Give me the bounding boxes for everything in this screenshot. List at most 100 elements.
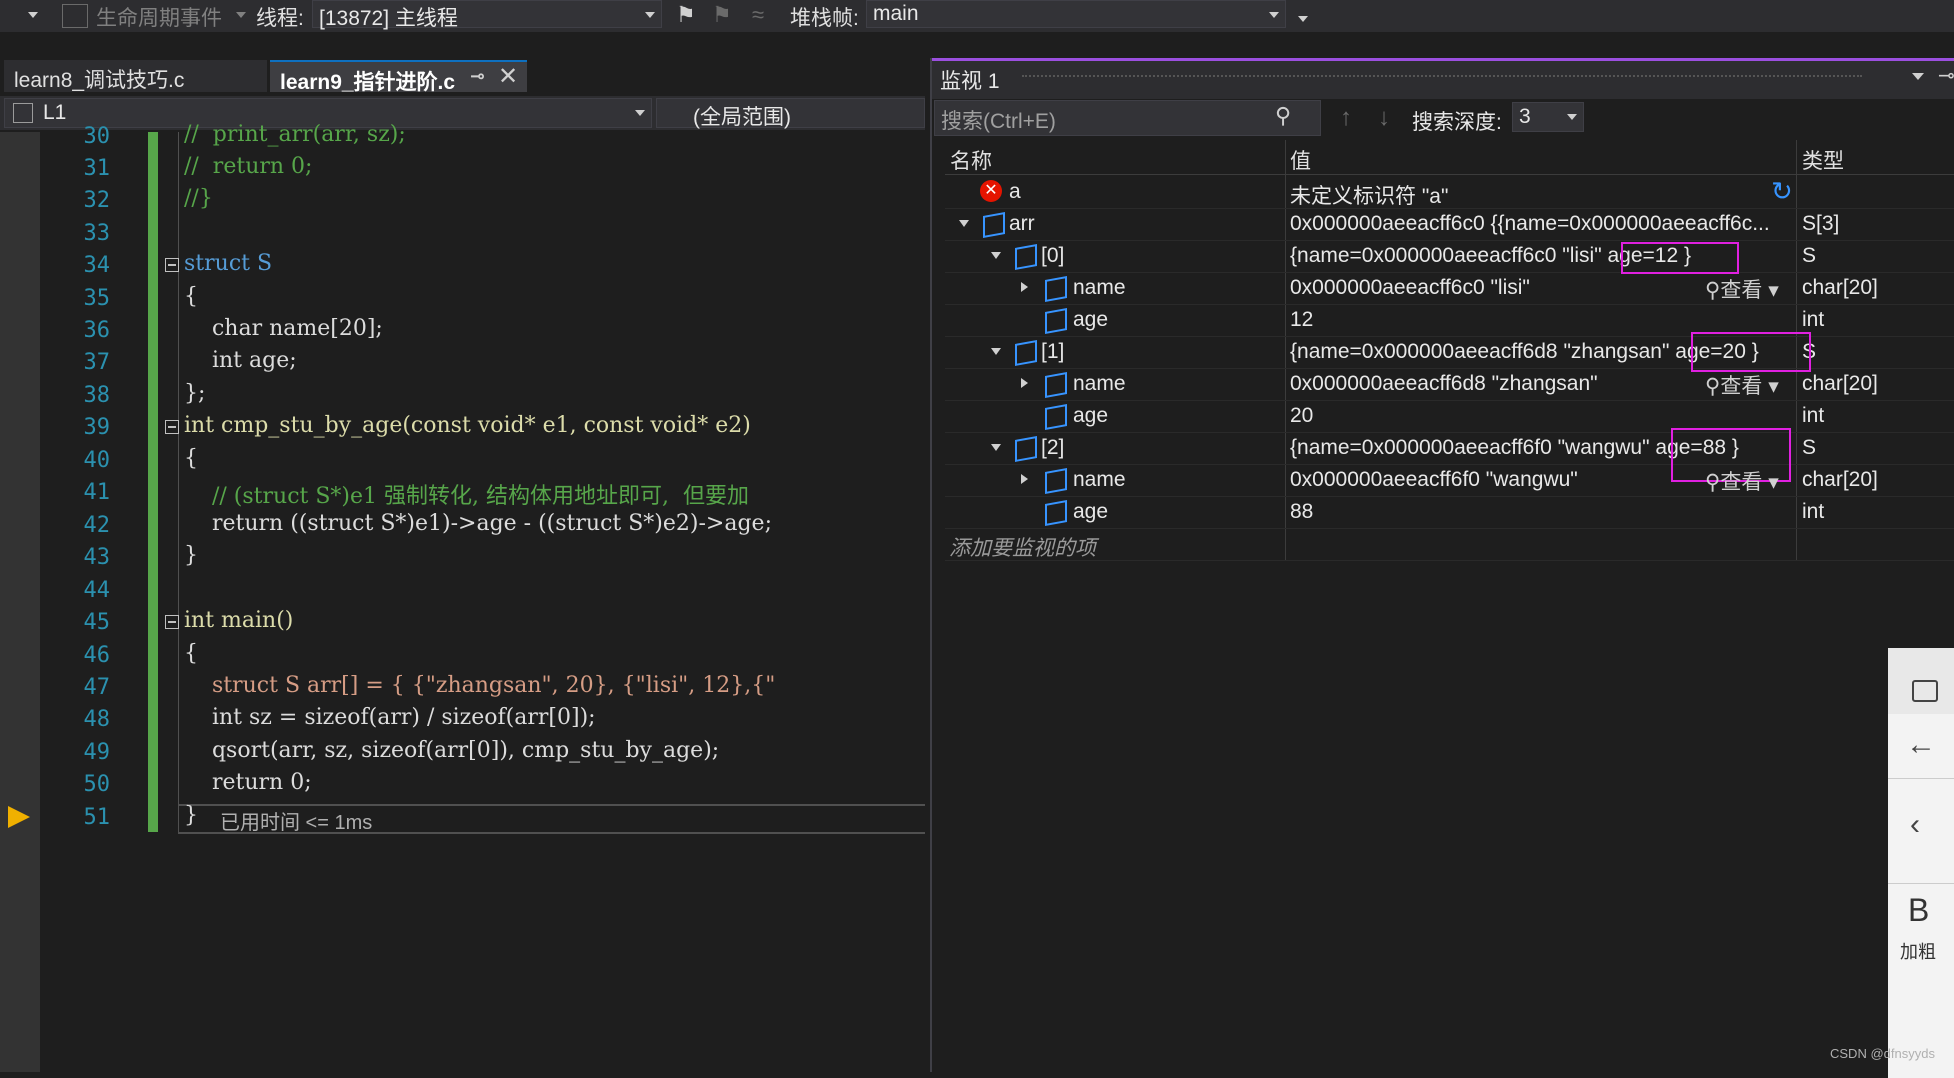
search-previous-icon[interactable]: ↑ — [1340, 104, 1352, 132]
watch-search-input[interactable]: 搜索(Ctrl+E) ⚲ — [934, 100, 1321, 136]
lifecycle-events-label[interactable]: 生命周期事件 — [96, 2, 222, 32]
thread-value: [13872] 主线程 — [319, 7, 458, 30]
layout-button[interactable] — [1888, 648, 1954, 714]
thread-select[interactable]: [13872] 主线程 — [312, 0, 662, 30]
code-line[interactable]: struct S — [184, 251, 272, 276]
object-icon — [1015, 436, 1037, 462]
refresh-icon[interactable]: ↻ — [1771, 176, 1793, 207]
code-line[interactable]: int main() — [184, 608, 293, 633]
code-line[interactable]: { — [184, 641, 198, 666]
code-line[interactable]: } — [184, 543, 198, 568]
window-menu-icon[interactable] — [1912, 73, 1924, 80]
line-number: 46 — [83, 643, 111, 668]
watch-name: age — [1073, 500, 1109, 523]
view-button[interactable]: ⚲查看 ▾ — [1705, 370, 1779, 400]
chevron-left-icon[interactable]: ‹ — [1910, 808, 1920, 842]
code-line[interactable]: return 0; — [184, 770, 312, 795]
watch-value: {name=0x000000aeeacff6d8 "zhangsan" age=… — [1290, 340, 1759, 363]
line-number: 36 — [83, 318, 111, 343]
collapsed-arrow-icon[interactable] — [1021, 378, 1028, 388]
code-line[interactable]: int sz = sizeof(arr) / sizeof(arr[0]); — [184, 705, 596, 730]
lifecycle-icon — [62, 4, 88, 28]
fold-guide — [178, 132, 179, 832]
code-line[interactable]: qsort(arr, sz, sizeof(arr[0]), cmp_stu_b… — [184, 738, 719, 763]
expand-arrow-icon[interactable] — [991, 444, 1001, 451]
tab-label: learn8_调试技巧.c — [14, 69, 185, 92]
watermark: CSDN @dfnsyyds — [1830, 1046, 1935, 1061]
current-statement-arrow-icon — [8, 806, 30, 828]
header-divider — [945, 174, 1954, 175]
code-line[interactable]: char name[20]; — [184, 316, 383, 341]
code-line[interactable]: // print_arr(arr, sz); — [184, 122, 406, 147]
magnifier-icon: ⚲ — [1705, 279, 1721, 302]
code-line[interactable]: { — [184, 446, 198, 471]
column-header-value[interactable]: 值 — [1290, 145, 1311, 175]
collapse-function-icon[interactable] — [165, 420, 179, 434]
tab-learn8[interactable]: learn8_调试技巧.c — [4, 60, 267, 92]
divider — [1888, 778, 1954, 779]
field-icon — [1045, 500, 1067, 526]
watch-row-age[interactable]: age 88 int — [945, 496, 1954, 529]
bold-label: 加粗 — [1900, 942, 1936, 962]
pin-icon[interactable]: ⊸ — [1938, 63, 1954, 88]
view-button[interactable]: ⚲查看 ▾ — [1705, 466, 1779, 496]
code-line[interactable]: struct S arr[] = { {"zhangsan", 20}, {"l… — [184, 673, 775, 698]
watch-row-name[interactable]: name 0x000000aeeacff6d8 "zhangsan" ⚲查看 ▾… — [945, 368, 1954, 401]
watch-title-bar: 监视 1 ⊸ — [932, 58, 1954, 99]
watch-type: char[20] — [1802, 468, 1878, 491]
watch-row-a[interactable]: ✕ a 未定义标识符 "a" ↻ — [945, 176, 1954, 209]
code-line[interactable]: return ((struct S*)e1)->age - ((struct S… — [184, 511, 772, 536]
line-number: 45 — [83, 610, 111, 635]
flag-icon[interactable]: ⚑ — [676, 2, 696, 28]
watch-row-element-2[interactable]: [2] {name=0x000000aeeacff6f0 "wangwu" ag… — [945, 432, 1954, 465]
search-icon[interactable]: ⚲ — [1275, 103, 1291, 129]
pin-icon[interactable]: ⊸ — [470, 66, 485, 87]
collapsed-arrow-icon[interactable] — [1021, 474, 1028, 484]
code-line[interactable]: { — [184, 284, 198, 309]
chevron-down-icon — [1269, 12, 1279, 18]
expand-arrow-icon[interactable] — [991, 252, 1001, 259]
view-label: 查看 — [1720, 375, 1763, 398]
back-arrow-icon[interactable]: ← — [1906, 728, 1936, 762]
code-line[interactable]: //} — [184, 186, 213, 211]
flag-threads-icon[interactable]: ⚑ — [712, 2, 732, 28]
watch-name: arr — [1009, 212, 1035, 235]
watch-value: 12 — [1290, 308, 1314, 331]
filter-icon[interactable]: ≈ — [752, 2, 764, 28]
field-icon — [1045, 372, 1067, 398]
watch-row-arr[interactable]: arr 0x000000aeeacff6c0 {{name=0x000000ae… — [945, 208, 1954, 241]
bold-button[interactable]: B 加粗 — [1888, 888, 1954, 978]
code-line[interactable]: int cmp_stu_by_age(const void* e1, const… — [184, 413, 751, 438]
watch-row-element-0[interactable]: [0] {name=0x000000aeeacff6c0 "lisi" age=… — [945, 240, 1954, 273]
code-line[interactable]: // (struct S*)e1 强制转化, 结构体用地址即可, 但要加 — [184, 478, 749, 510]
search-next-icon[interactable]: ↓ — [1378, 104, 1390, 132]
view-button[interactable]: ⚲查看 ▾ — [1705, 274, 1779, 304]
collapsed-arrow-icon[interactable] — [1021, 282, 1028, 292]
scope-value: L1 — [43, 101, 67, 124]
toolbar-overflow-icon[interactable] — [1298, 16, 1308, 22]
search-depth-value: 3 — [1519, 105, 1531, 128]
column-header-name[interactable]: 名称 — [950, 145, 992, 175]
line-number: 49 — [83, 740, 111, 765]
column-header-type[interactable]: 类型 — [1802, 145, 1844, 175]
watch-row-name[interactable]: name 0x000000aeeacff6c0 "lisi" ⚲查看 ▾ cha… — [945, 272, 1954, 305]
code-line[interactable]: }; — [184, 381, 205, 406]
collapse-main-icon[interactable] — [165, 615, 179, 629]
code-line[interactable]: // return 0; — [184, 154, 312, 179]
collapse-struct-icon[interactable] — [165, 258, 179, 272]
lifecycle-chevron-down-icon[interactable] — [236, 12, 246, 18]
watch-value: 20 — [1290, 404, 1314, 427]
code-line[interactable]: } — [184, 803, 198, 828]
expand-arrow-icon[interactable] — [991, 348, 1001, 355]
tab-learn9[interactable]: learn9_指针进阶.c ⊸ ✕ — [270, 60, 527, 94]
search-depth-select[interactable]: 3 — [1512, 102, 1584, 132]
watch-row-age[interactable]: age 20 int — [945, 400, 1954, 433]
watch-row-name[interactable]: name 0x000000aeeacff6f0 "wangwu" ⚲查看 ▾ c… — [945, 464, 1954, 497]
expand-arrow-icon[interactable] — [959, 220, 969, 227]
stack-frame-select[interactable]: main — [866, 0, 1286, 28]
toolbar-dropdown-arrow[interactable] — [28, 12, 38, 18]
close-icon[interactable]: ✕ — [498, 62, 518, 91]
add-watch-row[interactable]: 添加要监视的项 — [945, 528, 1954, 561]
member-scope-select[interactable]: (全局范围) — [656, 98, 925, 129]
code-line[interactable]: int age; — [184, 348, 297, 373]
